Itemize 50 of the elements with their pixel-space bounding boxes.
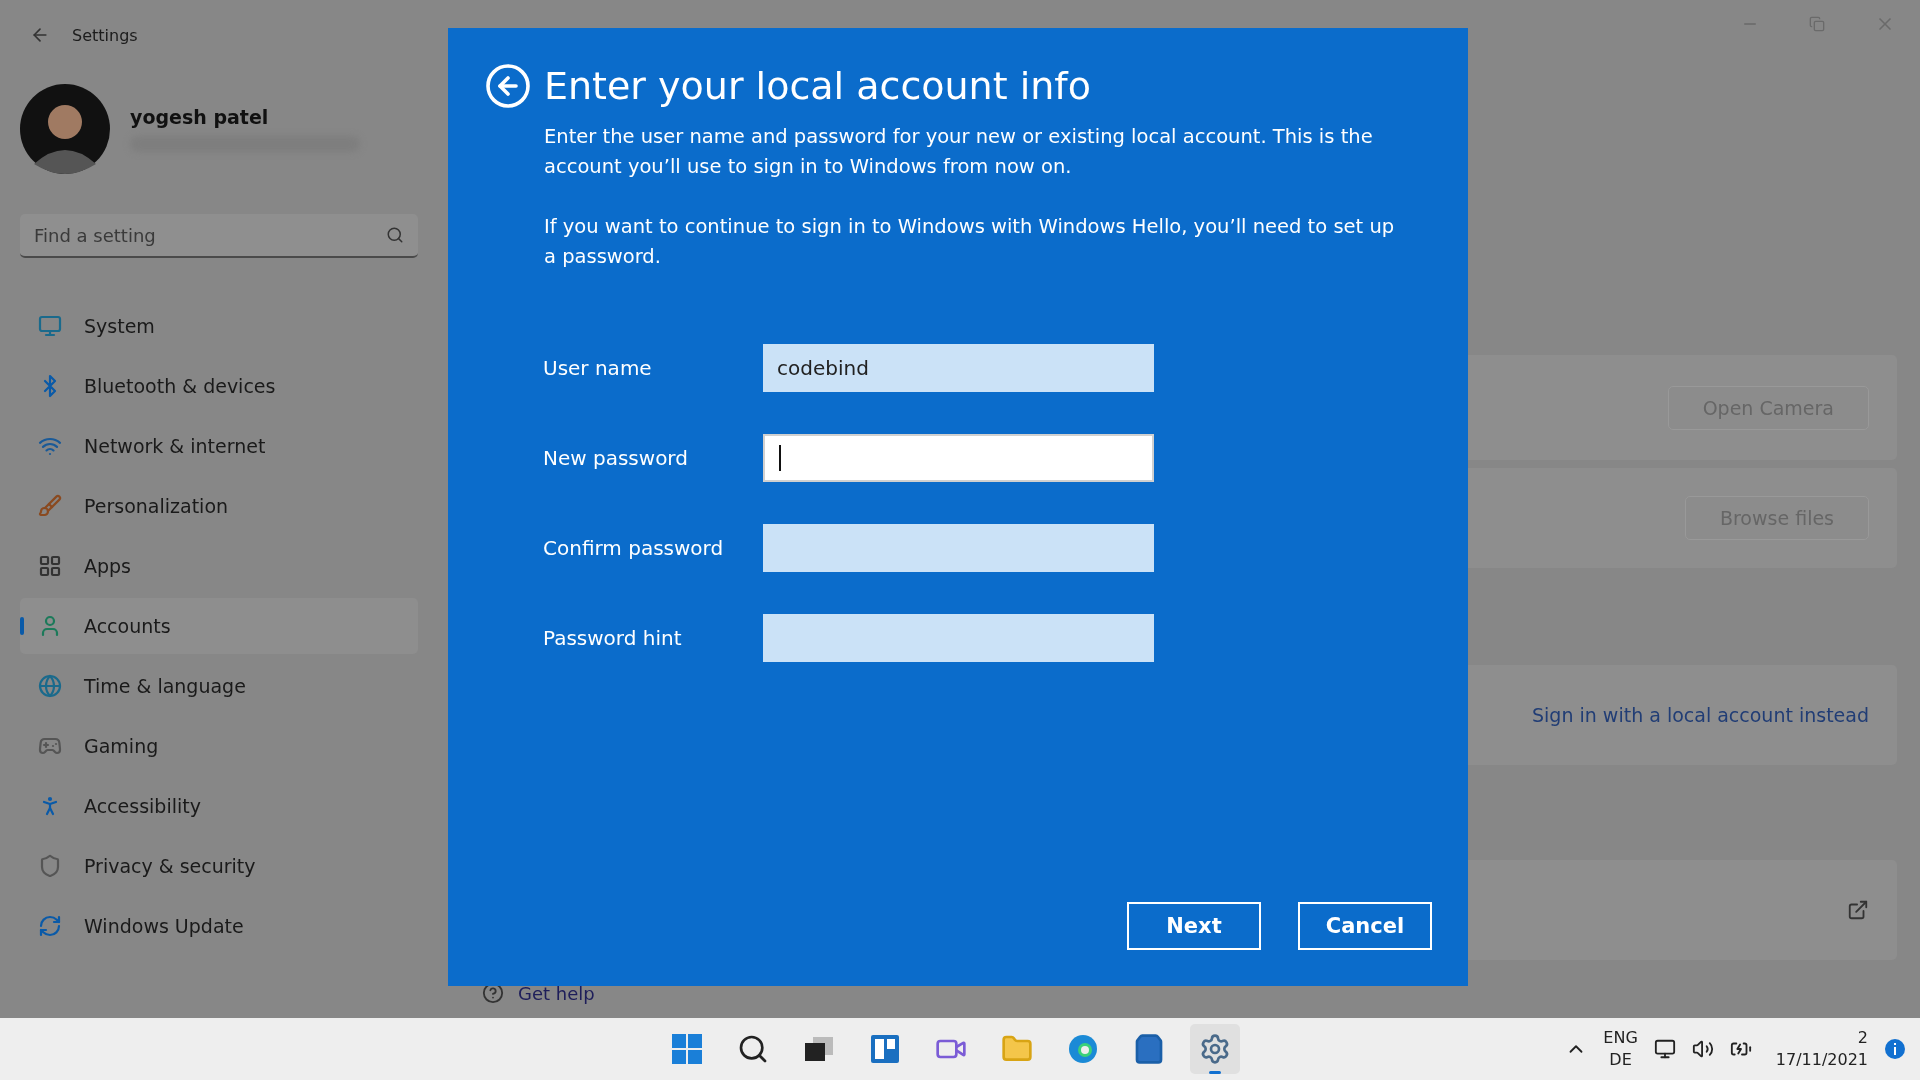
update-icon — [38, 914, 62, 938]
globe-icon — [38, 674, 62, 698]
field-label: New password — [543, 446, 689, 470]
notification-icon[interactable] — [1884, 1038, 1906, 1060]
nav-item[interactable]: Time & language — [20, 658, 418, 714]
window-title: Settings — [72, 25, 138, 45]
dialog-title: Enter your local account info — [544, 64, 1091, 108]
nav-item[interactable]: System — [20, 298, 418, 354]
clock-date[interactable]: 17/11/2021 — [1775, 1049, 1868, 1071]
nav-item[interactable]: Personalization — [20, 478, 418, 534]
clock-time[interactable]: 2 — [1857, 1027, 1868, 1049]
nav-item[interactable]: Network & internet — [20, 418, 418, 474]
nav-item[interactable]: Windows Update — [20, 898, 418, 954]
dialog-button[interactable]: Cancel — [1298, 902, 1432, 950]
settings-icon — [1199, 1033, 1231, 1065]
dialog-button[interactable]: Next — [1127, 902, 1261, 950]
dialog-paragraph: If you want to continue to sign in to Windows with Windows Hello, you’ll need to set up a password. — [544, 214, 1396, 270]
input-field[interactable] — [763, 614, 1154, 662]
nav-item[interactable]: Accounts — [20, 598, 418, 654]
store-bag-icon — [1133, 1033, 1165, 1065]
apps-grid-icon — [38, 554, 62, 578]
field-label: Confirm password — [543, 536, 725, 560]
input-field[interactable]: codebind — [763, 344, 1154, 392]
dialog-paragraph: Enter the user name and password for your new or existing local account. This is the account you’ll use to sign in to Windows from now on. — [544, 124, 1374, 180]
search-field[interactable]: Find a setting — [20, 214, 418, 258]
field-label: Password hint — [543, 626, 683, 650]
input-field[interactable] — [763, 524, 1154, 572]
search-icon — [386, 226, 404, 244]
network-icon[interactable] — [1653, 1038, 1676, 1060]
nav-item[interactable]: Bluetooth & devices — [20, 358, 418, 414]
user-name: yogesh patel — [130, 106, 270, 128]
nav-item[interactable]: Gaming — [20, 718, 418, 774]
windows-logo-icon — [671, 1033, 703, 1065]
language-indicator[interactable]: DE — [1609, 1049, 1632, 1071]
nav-item[interactable]: Accessibility — [20, 778, 418, 834]
field-label: User name — [543, 356, 653, 380]
monitor-icon — [38, 314, 62, 338]
volume-icon[interactable] — [1691, 1038, 1714, 1060]
browser-icon — [1067, 1033, 1099, 1065]
external-link-icon[interactable] — [1847, 899, 1869, 921]
search-icon — [737, 1033, 769, 1065]
language-indicator[interactable]: ENG — [1603, 1027, 1638, 1049]
nav-item[interactable]: Privacy & security — [20, 838, 418, 894]
get-help-link[interactable]: Get help — [518, 982, 595, 1004]
brush-icon — [38, 494, 62, 518]
local-account-link[interactable]: Sign in with a local account instead — [1532, 704, 1869, 726]
input-field[interactable] — [763, 434, 1154, 482]
nav-item[interactable]: Apps — [20, 538, 418, 594]
widgets-icon — [869, 1033, 901, 1065]
shield-icon — [38, 854, 62, 878]
